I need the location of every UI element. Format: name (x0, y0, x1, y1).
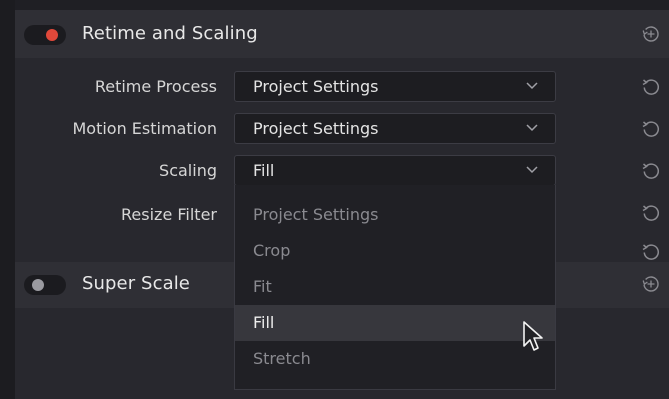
superscale-toggle[interactable] (24, 275, 66, 295)
motion-estimation-select[interactable]: Project Settings (234, 113, 556, 144)
dropdown-option-stretch[interactable]: Stretch (235, 341, 555, 377)
option-label: Fill (253, 313, 275, 332)
option-label: Crop (253, 241, 291, 260)
reset-history-icon[interactable] (641, 274, 661, 294)
retime-process-label: Retime Process (94, 77, 217, 96)
superscale-section-title: Super Scale (82, 273, 190, 294)
reset-arrow-icon[interactable] (641, 119, 661, 139)
reset-arrow-icon[interactable] (641, 161, 661, 181)
toggle-knob (46, 29, 58, 41)
reset-arrow-icon[interactable] (641, 242, 661, 262)
scaling-label: Scaling (159, 161, 217, 180)
option-label: Project Settings (253, 205, 379, 224)
mouse-pointer-icon (523, 321, 543, 351)
chevron-down-icon (526, 82, 538, 90)
reset-history-icon[interactable] (641, 24, 661, 44)
retime-toggle[interactable] (24, 25, 66, 45)
retime-section-title: Retime and Scaling (82, 23, 258, 44)
chevron-down-icon (526, 124, 538, 132)
inspector-panel: Retime and Scaling Retime Process Projec… (0, 0, 669, 399)
toggle-knob (32, 279, 44, 291)
dropdown-option-fill[interactable]: Fill (235, 305, 555, 341)
scaling-dropdown-menu: Project Settings Crop Fit Fill Stretch (234, 185, 556, 390)
scaling-select[interactable]: Fill (234, 155, 556, 186)
retime-process-select[interactable]: Project Settings (234, 71, 556, 102)
dropdown-option-fit[interactable]: Fit (235, 269, 555, 305)
dropdown-option-crop[interactable]: Crop (235, 233, 555, 269)
retime-process-value: Project Settings (253, 77, 379, 96)
motion-estimation-value: Project Settings (253, 119, 379, 138)
option-label: Stretch (253, 349, 311, 368)
reset-arrow-icon[interactable] (641, 203, 661, 223)
left-edge (0, 0, 15, 399)
dropdown-option-project-settings[interactable]: Project Settings (235, 197, 555, 233)
reset-arrow-icon[interactable] (641, 77, 661, 97)
resize-filter-label: Resize Filter (121, 205, 217, 224)
top-edge (15, 0, 669, 10)
chevron-down-icon (526, 166, 538, 174)
motion-estimation-label: Motion Estimation (72, 119, 217, 138)
option-label: Fit (253, 277, 272, 296)
scaling-value: Fill (253, 161, 275, 180)
